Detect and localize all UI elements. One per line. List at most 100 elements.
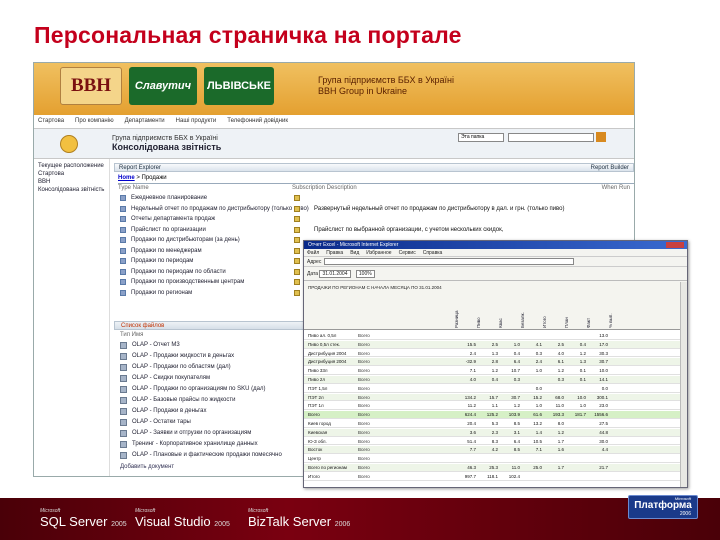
slavutych-logo[interactable]: Славутич (129, 67, 197, 105)
report-subscription-icon[interactable] (294, 258, 300, 264)
olap-file-item[interactable]: OLAP - Продажи в деньгах (114, 406, 329, 417)
visual-studio-logo: Microsoft Visual Studio 2005 (135, 508, 230, 529)
olap-file-name[interactable]: OLAP - Продажи по областям (дал) (132, 364, 231, 370)
grid-row: ПЭТ 1л Всего 11.2 1.1 1.2 1.0 11.0 1.0 23.0 (304, 402, 687, 411)
breadcrumb-home[interactable]: Home (118, 175, 135, 181)
report-name[interactable]: Продажи по производственным центрам (131, 279, 244, 285)
grid-cell: -32.9 (465, 359, 476, 365)
address-input[interactable] (324, 258, 575, 266)
report-name[interactable]: Продажи по периодам по области (131, 269, 226, 275)
report-item[interactable]: Недельный отчет по продажам по дистрибью… (114, 204, 634, 215)
olap-file-name[interactable]: OLAP - Плановые и фактические продажи по… (132, 452, 282, 458)
menu-item[interactable]: Правка (326, 250, 343, 256)
grid-cell: 25.3 (489, 465, 498, 470)
report-subscription-icon[interactable] (294, 226, 300, 233)
report-name[interactable]: Прайслист по организации (131, 227, 206, 233)
grid-cell: 8.0 (557, 421, 564, 426)
grid-cell: 624.4 (464, 412, 476, 418)
menu-item[interactable]: Избранное (366, 250, 391, 256)
olap-file-name[interactable]: OLAP - Продажи в деньгах (132, 408, 206, 414)
report-subscription-icon[interactable] (294, 195, 300, 201)
menu-item[interactable]: Сервис (399, 250, 416, 256)
add-document-link[interactable]: Добавить документ (120, 464, 329, 470)
olap-file-name[interactable]: OLAP - Остатки тары (132, 419, 191, 425)
search-icon[interactable] (596, 132, 606, 142)
olap-file-item[interactable]: OLAP - Продажи по областям (дал) (114, 362, 329, 373)
report-subscription-icon[interactable] (294, 237, 300, 243)
menu-item[interactable]: Вид (350, 250, 359, 256)
olap-file-item[interactable]: OLAP - Продажи жидкости в деньгах (114, 351, 329, 362)
report-name[interactable]: Продажи по дистрибьюторам (за день) (131, 237, 240, 243)
olap-file-item[interactable]: OLAP - Продажи по организациям по SKU (д… (114, 384, 329, 395)
zoom-select[interactable]: 100% (355, 269, 375, 278)
date-field[interactable]: 31.01.2004 (319, 269, 351, 278)
olap-file-item[interactable]: Тренинг - Корпоративное хранилище данных (114, 439, 329, 450)
nav-item[interactable]: Про компанію (75, 118, 114, 124)
portal-header: BBH Славутич ЛЬВІВСЬКЕ Група підприємств… (34, 63, 634, 115)
grid-cell: 1.7 (557, 465, 564, 470)
nav-item[interactable]: Департаменти (125, 118, 165, 124)
grid-row: Пиво 33л Всего 7.1 1.2 10.7 1.0 1.2 0.1 10.0 (304, 367, 687, 375)
left-nav-item[interactable]: Стартова (38, 171, 105, 177)
grid-row: Ю-З обл. Всего 51.4 8.3 6.4 10.5 1.7 30.0 (304, 438, 687, 446)
report-name[interactable]: Продажи по менеджерам (131, 248, 202, 254)
report-subscription-icon[interactable] (294, 205, 300, 212)
excel-file-icon (120, 452, 127, 459)
olap-column-header: Тип Имя (120, 332, 144, 338)
excel-report-window[interactable]: Отчет Excel - Microsoft Internet Explore… (303, 240, 688, 488)
menu-item[interactable]: Файл (307, 250, 319, 256)
window-controls-icon[interactable] (666, 242, 684, 248)
olap-file-item[interactable]: OLAP - Отчет M3 (114, 340, 329, 351)
report-item[interactable]: Отчеты департамента продаж (114, 214, 634, 225)
grid-cell: 0.0 (535, 385, 542, 391)
olap-file-item[interactable]: OLAP - Остатки тары (114, 417, 329, 428)
olap-file-name[interactable]: OLAP - Продажи жидкости в деньгах (132, 353, 234, 359)
olap-file-name[interactable]: Тренинг - Корпоративное хранилище данных (132, 441, 258, 447)
olap-file-name[interactable]: OLAP - Заявки и отгрузки по организациям (132, 430, 251, 436)
report-subscription-icon[interactable] (294, 216, 300, 222)
grid-cell: 61.6 (533, 412, 542, 418)
report-name[interactable]: Продажи по периодам (131, 258, 193, 264)
row-measure: Всего (358, 429, 370, 435)
report-name[interactable]: Ежедневное планирование (131, 195, 207, 201)
report-name[interactable]: Недельный отчет по продажам по дистрибью… (131, 206, 309, 212)
grid-row: Итого Всего 997.7 118.1 102.4 (304, 473, 687, 481)
nav-item[interactable]: Телефонний довідник (227, 118, 288, 124)
olap-file-item[interactable]: OLAP - Скидки покупателям (114, 373, 329, 384)
report-name[interactable]: Продажи по регионам (131, 290, 192, 296)
search-input[interactable] (508, 133, 594, 142)
nav-item[interactable]: Стартова (38, 118, 64, 124)
report-item[interactable]: Ежедневное планирование (114, 193, 634, 204)
olap-file-item[interactable]: OLAP - Базовые прайсы по жидкости (114, 395, 329, 406)
olap-file-name[interactable]: OLAP - Базовые прайсы по жидкости (132, 397, 235, 403)
grid-cell: 0.1 (579, 368, 586, 374)
bbh-logo[interactable]: BBH (60, 67, 122, 105)
grid-cell: 7.1 (535, 447, 542, 453)
search-scope-select[interactable]: Эта папка (458, 133, 504, 142)
report-builder-button[interactable]: Report Builder (591, 164, 629, 172)
report-name[interactable]: Отчеты департамента продаж (131, 216, 215, 222)
row-measure: Всего (358, 412, 370, 418)
olap-file-name[interactable]: OLAP - Продажи по организациям по SKU (д… (132, 386, 265, 392)
grid-cell: 20.4 (467, 421, 476, 426)
lvivske-logo[interactable]: ЛЬВІВСЬКЕ (204, 67, 274, 105)
olap-file-item[interactable]: OLAP - Заявки и отгрузки по организациям (114, 428, 329, 439)
report-subscription-icon[interactable] (294, 268, 300, 275)
grid-row: Пиво 0,5л стек. Всего 15.5 2.5 1.0 4.1 2.5 0.4 1… (304, 340, 687, 349)
nav-item[interactable]: Наші продукти (176, 118, 217, 124)
menu-item[interactable]: Справка (423, 250, 443, 256)
left-nav-item[interactable]: BBH (38, 179, 105, 185)
column-header: Факт (586, 317, 591, 328)
report-icon (120, 237, 126, 243)
left-nav-item[interactable]: Консолідована звітність (38, 187, 105, 193)
grid-cell: 6.4 (513, 359, 520, 365)
vertical-scrollbar[interactable] (680, 282, 687, 487)
olap-file-item[interactable]: OLAP - Плановые и фактические продажи по… (114, 450, 329, 461)
olap-file-name[interactable]: OLAP - Отчет M3 (132, 342, 180, 348)
report-subscription-icon[interactable] (294, 279, 300, 285)
report-subscription-icon[interactable] (294, 247, 300, 254)
report-item[interactable]: Прайслист по организации Прайслист по выб… (114, 225, 634, 236)
report-subscription-icon[interactable] (294, 289, 300, 296)
olap-file-name[interactable]: OLAP - Скидки покупателям (132, 375, 210, 381)
grid-cell: 7.7 (469, 447, 476, 453)
